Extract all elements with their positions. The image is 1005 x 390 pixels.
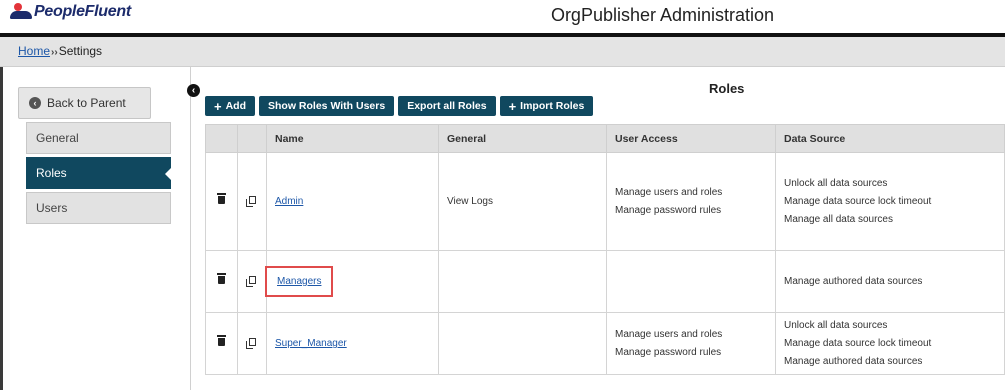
delete-cell [205,312,238,375]
column-header-copy [237,124,267,153]
user-access-cell: Manage users and roles Manage password r… [606,152,776,251]
breadcrumb-home-link[interactable]: Home [18,44,50,58]
permission-text: Manage authored data sources [784,275,923,287]
window-edge [0,67,3,390]
name-cell: Admin [266,152,439,251]
back-to-parent-label: Back to Parent [47,96,126,110]
export-all-roles-label: Export all Roles [407,100,487,112]
table-row: Super_Manager Manage users and roles Man… [205,312,1005,375]
sidebar-item-label: Roles [36,166,67,180]
data-source-cell: Unlock all data sources Manage data sour… [775,312,1005,375]
permission-text: Manage authored data sources [784,355,923,367]
permission-text: Manage all data sources [784,213,893,225]
collapse-sidebar-icon[interactable]: ‹ [187,84,200,97]
export-all-roles-button[interactable]: Export all Roles [398,96,496,116]
back-to-parent-button[interactable]: ‹ Back to Parent [18,87,151,119]
plus-icon: + [508,98,517,114]
table-row: Admin View Logs Manage users and roles M… [205,152,1005,251]
sidebar-item-roles[interactable]: Roles [26,157,171,189]
sidebar-item-general[interactable]: General [26,122,171,154]
permission-text: Manage users and roles [615,328,723,340]
sidebar-item-users[interactable]: Users [26,192,171,224]
role-name-link[interactable]: Super_Manager [275,338,347,349]
column-header-name[interactable]: Name [266,124,439,153]
table-header-row: Name General User Access Data Source [205,124,1005,153]
roles-table: Name General User Access Data Source Adm… [205,124,1005,375]
user-access-cell: Manage users and roles Manage password r… [606,312,776,375]
copy-cell [237,152,267,251]
plus-icon: + [214,98,222,114]
copy-icon[interactable] [245,196,256,207]
copy-icon[interactable] [245,338,256,349]
permission-text: Manage data source lock timeout [784,195,932,207]
data-source-cell: Manage authored data sources [775,250,1005,313]
permission-text: Unlock all data sources [784,177,888,189]
column-header-data-source[interactable]: Data Source [775,124,1005,153]
general-cell [438,250,607,313]
sidebar-item-label: Users [36,201,68,215]
delete-cell [205,250,238,313]
import-roles-label: Import Roles [520,100,585,112]
delete-cell [205,152,238,251]
copy-cell [237,250,267,313]
breadcrumb-separator: ›› [51,47,58,58]
arrow-left-circle-icon: ‹ [29,97,41,109]
add-role-label: Add [225,100,247,112]
name-cell: Managers [265,250,439,313]
copy-icon[interactable] [245,276,256,287]
data-source-cell: Unlock all data sources Manage data sour… [775,152,1005,251]
column-header-delete [205,124,238,153]
trash-icon[interactable] [217,335,226,346]
role-name-link[interactable]: Admin [275,196,303,207]
breadcrumb: Home››Settings [0,37,1005,67]
user-access-cell [606,250,776,313]
permission-text: Manage users and roles [615,186,723,198]
permission-text: Manage password rules [615,346,722,358]
app-header: PeopleFluent OrgPublisher Administration [0,0,1005,33]
trash-icon[interactable] [217,193,226,204]
breadcrumb-current: Settings [58,44,103,58]
highlight-box: Managers [265,266,334,297]
app-title: OrgPublisher Administration [550,5,775,25]
sidebar: ‹ Back to Parent General Roles Users [8,67,191,390]
trash-icon[interactable] [217,273,226,284]
toolbar: + Add Show Roles With Users Export all R… [205,96,594,116]
general-cell [438,312,607,375]
add-role-button[interactable]: + Add [205,96,256,116]
show-roles-with-users-button[interactable]: Show Roles With Users [259,96,395,116]
sidebar-item-label: General [36,131,79,145]
role-name-link[interactable]: Managers [277,276,321,287]
column-header-user-access[interactable]: User Access [606,124,776,153]
permission-text: Unlock all data sources [784,319,888,331]
name-cell: Super_Manager [266,312,439,375]
general-cell: View Logs [438,152,607,251]
show-roles-with-users-label: Show Roles With Users [268,100,386,112]
column-header-general[interactable]: General [438,124,607,153]
import-roles-button[interactable]: + Import Roles [499,96,594,116]
table-row: Managers Manage authored data sources [205,250,1005,313]
permission-text: Manage password rules [615,204,722,216]
page-title: Roles [709,81,745,96]
permission-text: Manage data source lock timeout [784,337,932,349]
copy-cell [237,312,267,375]
